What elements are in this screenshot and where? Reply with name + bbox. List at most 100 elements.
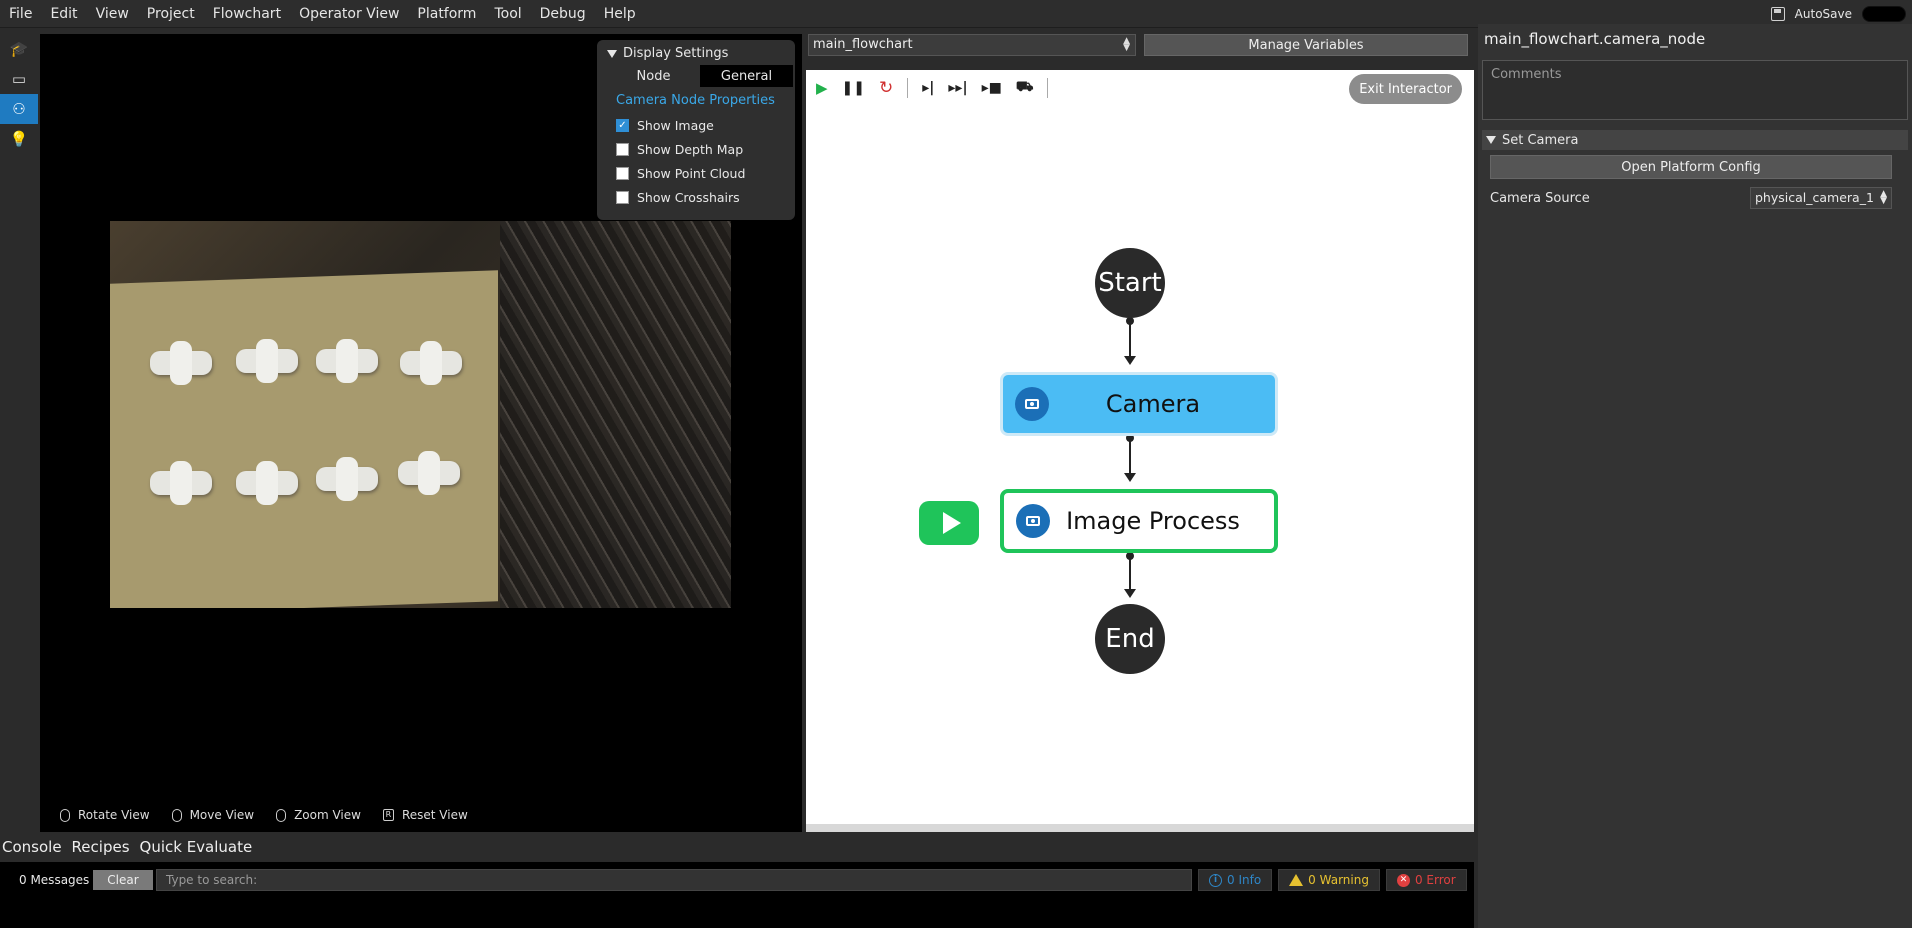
- flowchart-select[interactable]: main_flowchart ▲ ▼: [808, 34, 1136, 56]
- flowchart-icon[interactable]: ⚇: [0, 94, 38, 124]
- properties-panel: main_flowchart.camera_node Comments Set …: [1478, 24, 1912, 928]
- console-tabs: Console Recipes Quick Evaluate: [0, 836, 1474, 858]
- step-icon[interactable]: ▸|: [922, 80, 934, 96]
- step-into-icon[interactable]: ▸■: [982, 80, 1002, 96]
- set-camera-section-header[interactable]: Set Camera: [1482, 130, 1908, 150]
- show-depth-map-label: Show Depth Map: [637, 142, 744, 157]
- image-process-node-label: Image Process: [1066, 507, 1240, 535]
- tab-console[interactable]: Console: [0, 838, 64, 856]
- menu-file[interactable]: File: [0, 6, 41, 22]
- show-crosshairs-label: Show Crosshairs: [637, 190, 740, 205]
- horizontal-scrollbar[interactable]: [806, 824, 1474, 832]
- info-icon: i: [1209, 873, 1222, 887]
- edge-process-end: [1124, 556, 1136, 598]
- pipe-fitting: [236, 461, 298, 505]
- show-image-checkbox[interactable]: ✓: [616, 119, 629, 132]
- warning-icon: [1289, 874, 1304, 886]
- restart-icon[interactable]: ↻: [879, 78, 893, 98]
- show-crosshairs-checkbox[interactable]: [616, 191, 629, 204]
- warning-count: 0 Warning: [1308, 873, 1369, 887]
- pause-icon[interactable]: ❚❚: [842, 80, 865, 96]
- updown-arrow-icon: ▲ ▼: [1123, 36, 1130, 53]
- console-search-input[interactable]: Type to search:: [156, 869, 1192, 891]
- edge-start-camera: [1124, 321, 1136, 365]
- camera-source-value: physical_camera_1: [1755, 190, 1874, 205]
- open-platform-config-button[interactable]: Open Platform Config: [1490, 155, 1892, 179]
- run-node-badge[interactable]: [919, 501, 979, 545]
- show-depth-map-option[interactable]: Show Depth Map: [597, 138, 795, 162]
- console-bar: 0 Messages Clear Type to search: i 0 Info…: [0, 868, 1474, 892]
- show-depth-map-checkbox[interactable]: [616, 143, 629, 156]
- menu-flowchart[interactable]: Flowchart: [204, 6, 290, 22]
- info-filter[interactable]: i 0 Info: [1198, 869, 1273, 891]
- display-settings-header[interactable]: Display Settings: [597, 46, 795, 65]
- flowchart-top-controls: main_flowchart ▲ ▼ Manage Variables: [808, 34, 1470, 60]
- error-count: 0 Error: [1414, 873, 1456, 887]
- console-panel: 0 Messages Clear Type to search: i 0 Info…: [0, 862, 1474, 928]
- tab-general[interactable]: General: [700, 65, 793, 87]
- mouse-left-icon: [60, 808, 70, 822]
- camera-icon: [1015, 387, 1049, 421]
- show-crosshairs-option[interactable]: Show Crosshairs: [597, 186, 795, 210]
- flowchart-select-value: main_flowchart: [813, 37, 913, 52]
- show-point-cloud-checkbox[interactable]: [616, 167, 629, 180]
- camera-node[interactable]: Camera: [1000, 372, 1278, 436]
- edge-camera-process: [1124, 438, 1136, 482]
- mouse-right-icon: [171, 808, 182, 822]
- zoom-view-hint: Zoom View: [276, 808, 361, 822]
- start-node[interactable]: Start: [1095, 248, 1165, 318]
- clear-button[interactable]: Clear: [93, 870, 153, 890]
- tab-node[interactable]: Node: [607, 65, 700, 87]
- menu-platform[interactable]: Platform: [408, 6, 485, 22]
- menu-project[interactable]: Project: [138, 6, 204, 22]
- reset-view-hint: R Reset View: [382, 808, 468, 822]
- menu-view[interactable]: View: [87, 6, 138, 22]
- camera-source-select[interactable]: physical_camera_1 ▲ ▼: [1750, 187, 1892, 209]
- warning-filter[interactable]: 0 Warning: [1278, 869, 1380, 891]
- left-sidebar: 🎓 ▭ ⚇ 💡: [0, 34, 38, 832]
- autosave-label: AutoSave: [1794, 7, 1852, 21]
- camera-step-icon[interactable]: ⛟: [1016, 79, 1034, 97]
- node-path-title: main_flowchart.camera_node: [1484, 30, 1706, 48]
- collapse-triangle-icon: [1486, 136, 1496, 144]
- move-view-hint: Move View: [171, 808, 254, 822]
- camera-image: [110, 221, 731, 608]
- comments-field[interactable]: Comments: [1482, 60, 1908, 120]
- end-node[interactable]: End: [1095, 604, 1165, 674]
- camera-node-label: Camera: [1105, 390, 1201, 418]
- lightbulb-icon[interactable]: 💡: [0, 124, 38, 154]
- play-icon[interactable]: ▶: [816, 79, 828, 97]
- image-process-node[interactable]: Image Process: [1000, 489, 1278, 553]
- camera-node-properties-heading: Camera Node Properties: [616, 93, 775, 108]
- error-icon: ✕: [1396, 873, 1410, 887]
- message-count: 0 Messages: [19, 873, 90, 887]
- menu-debug[interactable]: Debug: [531, 6, 595, 22]
- mouse-wheel-icon: [276, 808, 287, 822]
- r-key-icon: R: [382, 809, 394, 821]
- fast-forward-icon[interactable]: ▸▸|: [948, 80, 967, 96]
- pipe-fitting: [398, 451, 460, 495]
- pipe-fitting: [236, 339, 298, 383]
- updown-arrow-icon: ▲ ▼: [1880, 189, 1887, 206]
- tab-recipes[interactable]: Recipes: [70, 838, 132, 856]
- manage-variables-button[interactable]: Manage Variables: [1144, 34, 1468, 56]
- flowchart-canvas[interactable]: ▶ ❚❚ ↻ ▸| ▸▸| ▸■ ⛟ Exit Interactor Start…: [806, 70, 1474, 832]
- show-point-cloud-label: Show Point Cloud: [637, 166, 746, 181]
- save-icon[interactable]: [1770, 7, 1785, 21]
- autosave-toggle[interactable]: [1862, 6, 1906, 22]
- menu-help[interactable]: Help: [595, 6, 645, 22]
- exit-interactor-button[interactable]: Exit Interactor: [1349, 74, 1462, 104]
- tab-quick-evaluate[interactable]: Quick Evaluate: [138, 838, 255, 856]
- menu-tool[interactable]: Tool: [485, 6, 530, 22]
- reset-view-label: Reset View: [401, 808, 468, 822]
- show-image-label: Show Image: [637, 118, 714, 133]
- menu-edit[interactable]: Edit: [41, 6, 86, 22]
- show-point-cloud-option[interactable]: Show Point Cloud: [597, 162, 795, 186]
- menu-operator-view[interactable]: Operator View: [290, 6, 408, 22]
- show-image-option[interactable]: ✓ Show Image: [597, 114, 795, 138]
- graduation-cap-icon[interactable]: 🎓: [0, 34, 38, 64]
- error-filter[interactable]: ✕ 0 Error: [1385, 869, 1467, 891]
- pipe-fitting: [316, 339, 378, 383]
- toolbar-separator: [1047, 78, 1049, 98]
- monitor-icon[interactable]: ▭: [0, 64, 38, 94]
